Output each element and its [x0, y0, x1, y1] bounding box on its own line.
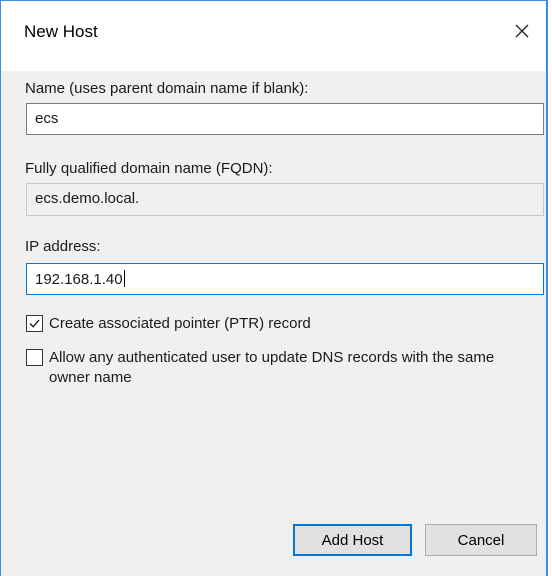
title-bar: New Host [1, 0, 546, 71]
name-label: Name (uses parent domain name if blank): [25, 80, 309, 97]
cancel-button[interactable]: Cancel [425, 524, 537, 556]
fqdn-field-value: ecs.demo.local. [35, 190, 140, 207]
add-host-button[interactable]: Add Host [293, 524, 412, 556]
ptr-record-label: Create associated pointer (PTR) record [49, 315, 311, 332]
ptr-record-checkbox[interactable] [26, 315, 43, 332]
close-icon [515, 24, 529, 38]
dialog-title: New Host [24, 22, 98, 41]
checkmark-icon [29, 319, 40, 328]
fqdn-field: ecs.demo.local. [26, 183, 544, 216]
ip-address-input-value: 192.168.1.40 [35, 271, 123, 288]
name-input-value: ecs [35, 110, 59, 127]
ip-address-input[interactable]: 192.168.1.40 [26, 263, 544, 295]
ip-address-label: IP address: [25, 238, 101, 255]
text-caret [123, 270, 125, 287]
close-button[interactable] [506, 15, 538, 47]
allow-update-checkbox[interactable] [26, 349, 43, 366]
ptr-record-checkbox-row[interactable]: Create associated pointer (PTR) record [26, 314, 311, 334]
name-input[interactable]: ecs [26, 103, 544, 135]
new-host-dialog: New Host Name (uses parent domain name i… [0, 0, 548, 576]
fqdn-label: Fully qualified domain name (FQDN): [25, 160, 273, 177]
allow-update-checkbox-row[interactable]: Allow any authenticated user to update D… [26, 348, 536, 388]
allow-update-label: Allow any authenticated user to update D… [49, 349, 495, 386]
